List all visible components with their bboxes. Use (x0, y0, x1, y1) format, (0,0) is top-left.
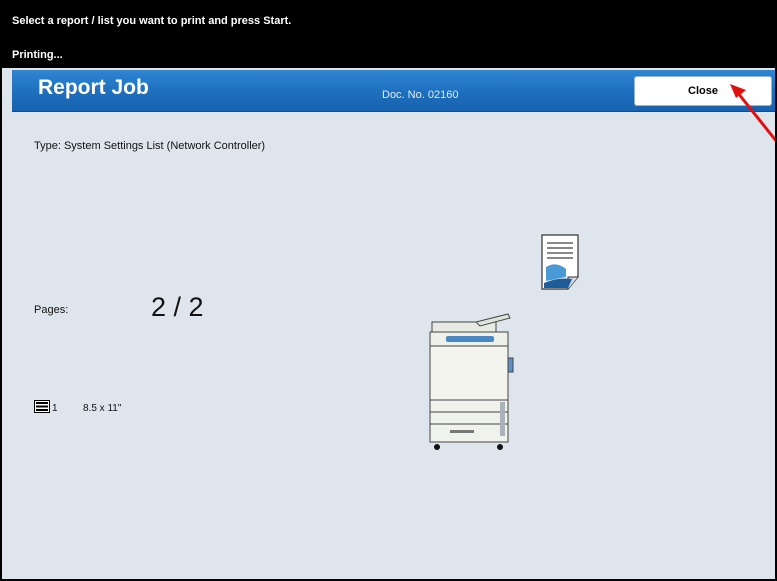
page-title: Report Job (38, 76, 149, 99)
printer-illustration (429, 313, 514, 450)
instruction-text: Select a report / list you want to print… (12, 15, 292, 27)
document-number: Doc. No. 02160 (382, 89, 459, 101)
paper-tray-icon (34, 400, 50, 413)
report-job-screen: Select a report / list you want to print… (0, 0, 777, 581)
status-text: Printing... (12, 49, 63, 61)
report-type: Type: System Settings List (Network Cont… (34, 140, 266, 152)
paper-size: 8.5 x 11" (83, 403, 122, 414)
pages-value: 2 / 2 (151, 292, 204, 322)
title-bar: Report Job Doc. No. 02160 Close (12, 70, 775, 112)
red-arrow (730, 84, 775, 142)
pages-label: Pages: (34, 304, 69, 316)
document-icon (541, 234, 579, 290)
tray-number: 1 (52, 403, 58, 414)
message-bar: Select a report / list you want to print… (2, 0, 775, 68)
